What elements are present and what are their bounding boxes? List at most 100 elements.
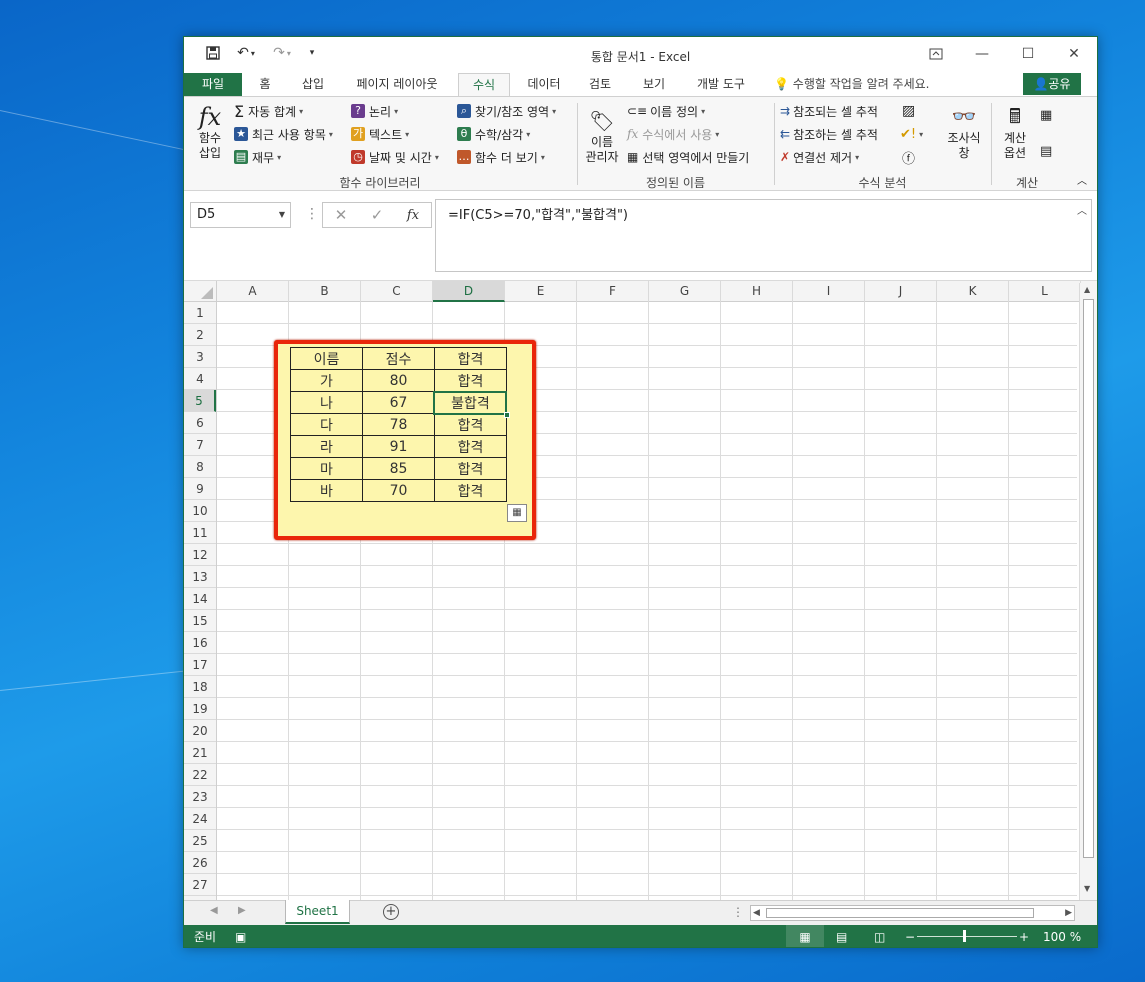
- error-checking-icon[interactable]: ✔! ▾: [900, 124, 923, 144]
- row-header-22[interactable]: 22: [184, 764, 216, 786]
- vertical-scroll-thumb[interactable]: [1083, 299, 1094, 858]
- row-header-17[interactable]: 17: [184, 654, 216, 676]
- calc-options-button[interactable]: 🖩 계산 옵션: [995, 101, 1035, 161]
- row-header-24[interactable]: 24: [184, 808, 216, 830]
- scroll-down-icon[interactable]: ▼: [1084, 884, 1090, 893]
- share-button[interactable]: 👤공유: [1023, 73, 1081, 95]
- cancel-icon[interactable]: ✕: [323, 206, 359, 224]
- watch-window-button[interactable]: 👓 조사식 창: [942, 101, 986, 161]
- row-header-7[interactable]: 7: [184, 434, 216, 456]
- scroll-right-icon[interactable]: ▶: [1065, 906, 1072, 920]
- tell-me-search[interactable]: 💡 수행할 작업을 알려 주세요.: [774, 73, 929, 96]
- column-header-b[interactable]: B: [289, 281, 361, 302]
- remove-arrows-button[interactable]: ✗ 연결선 제거 ▾: [780, 147, 859, 167]
- define-name-button[interactable]: ⊂≡ 이름 정의 ▾: [627, 101, 705, 121]
- row-header-21[interactable]: 21: [184, 742, 216, 764]
- row-header-12[interactable]: 12: [184, 544, 216, 566]
- zoom-out-icon[interactable]: −: [905, 925, 915, 947]
- macro-record-icon[interactable]: ▣: [235, 925, 246, 947]
- horizontal-scrollbar[interactable]: ◀ ▶: [750, 905, 1075, 921]
- table-header-cell[interactable]: 점수: [362, 347, 435, 370]
- insert-function-icon[interactable]: fx: [395, 208, 431, 223]
- normal-view-icon[interactable]: ▦: [786, 925, 824, 947]
- tab-view[interactable]: 보기: [630, 73, 678, 96]
- name-box[interactable]: D5 ▼: [190, 202, 291, 228]
- tab-file[interactable]: 파일: [184, 73, 242, 96]
- row-header-10[interactable]: 10: [184, 500, 216, 522]
- row-header-3[interactable]: 3: [184, 346, 216, 368]
- table-cell[interactable]: 나: [290, 391, 363, 414]
- autosum-button[interactable]: Σ 자동 합계 ▾: [234, 101, 303, 121]
- column-header-a[interactable]: A: [217, 281, 289, 302]
- calculate-sheet-icon[interactable]: ▤: [1040, 141, 1052, 161]
- table-cell[interactable]: 합격: [434, 479, 507, 502]
- zoom-slider-track[interactable]: [917, 936, 1017, 937]
- column-header-c[interactable]: C: [361, 281, 433, 302]
- column-header-f[interactable]: F: [577, 281, 649, 302]
- show-formulas-icon[interactable]: ▨: [902, 101, 915, 121]
- table-cell[interactable]: 85: [362, 457, 435, 480]
- text-functions-button[interactable]: 가 텍스트 ▾: [351, 124, 409, 144]
- collapse-ribbon-icon[interactable]: ︿: [1077, 169, 1087, 189]
- logical-button[interactable]: ? 논리 ▾: [351, 101, 398, 121]
- insert-function-button[interactable]: fx 함수 삽입: [192, 103, 228, 161]
- next-sheet-icon[interactable]: ▶: [238, 905, 246, 916]
- minimize-icon[interactable]: —: [959, 39, 1005, 69]
- formula-input[interactable]: =IF(C5>=70,"합격","불합격"): [435, 199, 1092, 272]
- financial-button[interactable]: ▤ 재무 ▾: [234, 147, 281, 167]
- scroll-left-icon[interactable]: ◀: [753, 906, 760, 920]
- scroll-up-icon[interactable]: ▲: [1084, 285, 1090, 294]
- column-header-i[interactable]: I: [793, 281, 865, 302]
- maximize-icon[interactable]: ☐: [1005, 39, 1051, 69]
- zoom-level[interactable]: 100 %: [1043, 925, 1081, 947]
- add-sheet-icon[interactable]: +: [383, 904, 399, 920]
- table-cell[interactable]: 67: [362, 391, 435, 414]
- column-header-l[interactable]: L: [1009, 281, 1081, 302]
- recent-functions-button[interactable]: ★ 최근 사용 항목 ▾: [234, 124, 333, 144]
- tab-home[interactable]: 홈: [248, 73, 282, 96]
- table-cell[interactable]: 합격: [434, 457, 507, 480]
- math-button[interactable]: θ 수학/삼각 ▾: [457, 124, 530, 144]
- datetime-button[interactable]: ◷ 날짜 및 시간 ▾: [351, 147, 439, 167]
- row-header-19[interactable]: 19: [184, 698, 216, 720]
- zoom-slider-thumb[interactable]: [963, 930, 966, 942]
- table-cell[interactable]: 합격: [434, 413, 507, 436]
- ribbon-display-options-icon[interactable]: [913, 39, 959, 69]
- tab-data[interactable]: 데이터: [518, 73, 570, 96]
- column-header-g[interactable]: G: [649, 281, 721, 302]
- zoom-in-icon[interactable]: +: [1019, 925, 1029, 947]
- trace-dependents-button[interactable]: ⇇ 참조하는 셀 추적: [780, 124, 878, 144]
- row-header-15[interactable]: 15: [184, 610, 216, 632]
- use-in-formula-button[interactable]: 𝑓x 수식에서 사용 ▾: [627, 124, 719, 144]
- evaluate-formula-icon[interactable]: ⓕ: [902, 147, 915, 167]
- sheet-tab-sheet1[interactable]: Sheet1: [285, 900, 350, 924]
- row-header-26[interactable]: 26: [184, 852, 216, 874]
- row-header-6[interactable]: 6: [184, 412, 216, 434]
- table-header-cell[interactable]: 이름: [290, 347, 363, 370]
- confirm-icon[interactable]: ✓: [359, 206, 395, 224]
- fill-handle[interactable]: [504, 412, 510, 418]
- column-header-k[interactable]: K: [937, 281, 1009, 302]
- tab-page-layout[interactable]: 페이지 레이아웃: [344, 73, 450, 96]
- row-header-14[interactable]: 14: [184, 588, 216, 610]
- close-icon[interactable]: ✕: [1051, 39, 1097, 69]
- table-cell[interactable]: 70: [362, 479, 435, 502]
- row-header-20[interactable]: 20: [184, 720, 216, 742]
- row-header-18[interactable]: 18: [184, 676, 216, 698]
- more-functions-button[interactable]: … 함수 더 보기 ▾: [457, 147, 545, 167]
- row-header-4[interactable]: 4: [184, 368, 216, 390]
- row-header-13[interactable]: 13: [184, 566, 216, 588]
- tab-developer[interactable]: 개발 도구: [686, 73, 756, 96]
- row-header-1[interactable]: 1: [184, 302, 216, 324]
- select-all-corner[interactable]: [184, 281, 217, 302]
- row-header-11[interactable]: 11: [184, 522, 216, 544]
- table-cell[interactable]: 합격: [434, 369, 507, 392]
- vertical-scrollbar[interactable]: ▲ ▼: [1079, 283, 1097, 900]
- quick-analysis-icon[interactable]: ▦: [507, 504, 527, 522]
- calculate-now-icon[interactable]: ▦: [1040, 105, 1052, 125]
- row-header-8[interactable]: 8: [184, 456, 216, 478]
- trace-precedents-button[interactable]: ⇉ 참조되는 셀 추적: [780, 101, 878, 121]
- name-manager-button[interactable]: 🏷 이름 관리자: [583, 107, 621, 165]
- row-header-23[interactable]: 23: [184, 786, 216, 808]
- row-header-5[interactable]: 5: [184, 390, 216, 412]
